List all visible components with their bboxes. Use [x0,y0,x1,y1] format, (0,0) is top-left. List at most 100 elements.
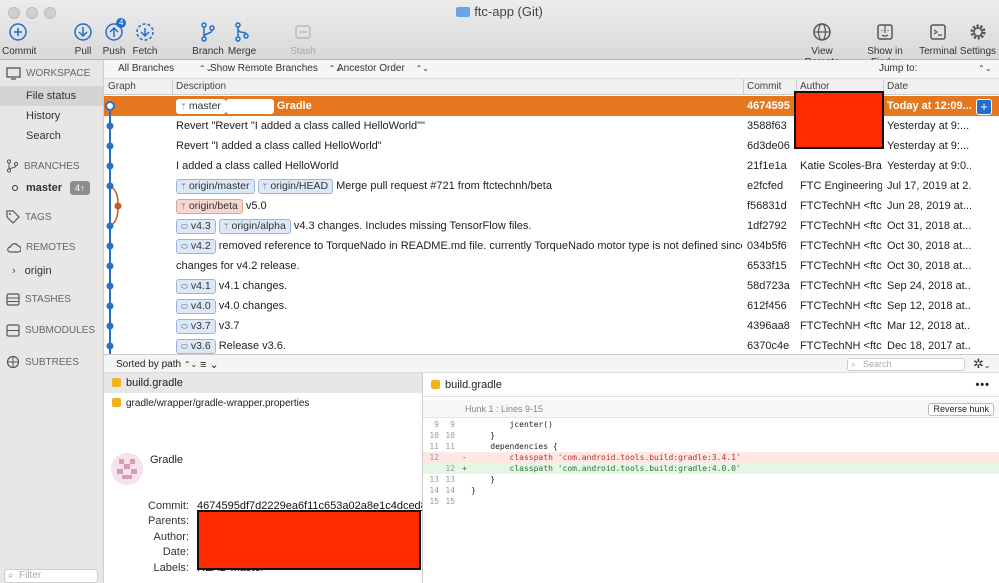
commit-date: Dec 18, 2017 at... [887,340,971,352]
file-item-selected[interactable]: build.gradle [104,373,422,393]
commit-message: Merge pull request #721 from ftctechnh/b… [336,180,552,192]
folder-icon [456,7,471,17]
commit-author: Katie Scoles-Bra... [800,160,882,172]
gear-icon[interactable]: ✲⌄ [973,356,991,372]
sidebar-item-file-status[interactable]: File status [0,86,103,106]
graph-commit-node [114,202,122,210]
tag-icon: ⬭ [181,221,188,231]
branch-icon: ᛘ [181,101,186,111]
sidebar-filter-input[interactable]: ⌕ Filter [4,569,98,583]
commit-author: FTCTechNH <ftc... [800,220,882,232]
graph-commit-node [106,242,114,250]
commit-date: Sep 24, 2018 at... [887,280,971,292]
old-line-number: 10 [429,431,439,440]
commit-row[interactable]: ⬭ v4.3 ᛘ origin/alpha v4.3 changes. Includes… [104,216,999,236]
branch-icon: ᛘ [181,181,186,191]
column-graph[interactable]: Graph [108,81,136,92]
submodule-icon [6,324,20,337]
sidebar-item-search[interactable]: Search [0,126,103,146]
tag-icon: ⬭ [181,301,188,311]
modified-file-icon [112,378,121,387]
diff-panel: build.gradle ••• Hunk 1 : Lines 9-15 Rev… [422,373,999,583]
commit-description: ⬭ v4.0 v4.0 changes. [176,296,742,316]
gear-icon [970,24,986,40]
commit-row[interactable]: ⬭ v4.2 removed reference to TorqueNado in … [104,236,999,256]
commit-author: FTCTechNH <ftc... [800,260,882,272]
branch-label: ᛘ origin/alpha [218,218,291,234]
branch-label: ᛘ master [176,98,226,114]
file-item[interactable]: gradle/wrapper/gradle-wrapper.properties [104,395,422,413]
tag-label: ⬭ v4.2 [176,238,216,254]
sidebar-item-history[interactable]: History [0,106,103,126]
tag-icon: ⬭ [181,321,188,331]
settings-button[interactable]: Settings [959,20,997,57]
commit-row[interactable]: ⬭ v3.6 Release v3.6. 6370c4e FTCTechNH <ftc.… [104,336,999,354]
branch-icon [6,159,19,173]
current-branch-dot-icon [12,185,18,191]
push-button[interactable]: Push 4 [101,18,127,57]
commit-description: Revert "Revert "I added a class called H… [176,116,742,136]
sidebar-item-master[interactable]: master 4↑ [0,178,103,198]
pull-button[interactable]: Pull [70,20,96,57]
stash-icon [295,25,311,39]
commit-row[interactable]: changes for v4.2 release. 6533f15 FTCTechN… [104,256,999,276]
sidebar-section-subtrees[interactable]: SUBTREES [6,355,79,369]
sidebar-section-stashes[interactable]: STASHES [6,293,71,306]
column-description[interactable]: Description [176,81,226,92]
branch-scope-dropdown[interactable]: All Branches ⌃⌄ [118,63,212,74]
plus-circle-icon [9,23,27,41]
commit-description: ᛘ master 4 ahead Gradle [176,96,742,116]
terminal-button[interactable]: Terminal [919,20,957,57]
commit-author: FTCTechNH <ftc... [800,280,882,292]
reverse-hunk-button[interactable]: Reverse hunk [928,403,994,416]
tag-icon: ⬭ [181,341,188,351]
commit-row[interactable]: ⬭ v3.7 v3.7 4396aa8 FTCTechNH <ftc... Mar 12,… [104,316,999,336]
branch-button[interactable]: Branch [192,20,224,57]
branch-label: ᛘ origin/beta [176,198,243,214]
remote-branches-dropdown[interactable]: Show Remote Branches ⌃⌄ [210,63,342,74]
merge-button[interactable]: Merge [227,20,257,57]
sidebar-section-workspace[interactable]: WORKSPACE [6,67,90,80]
sidebar-section-submodules[interactable]: SUBMODULES [6,324,95,337]
commit-button[interactable]: Commit [2,20,36,57]
commit-message: Release v3.6. [218,340,286,352]
column-date[interactable]: Date [887,81,908,92]
commit-date: Today at 12:09... [887,100,971,112]
commit-message: Gradle [276,100,312,112]
commit-author: FTCTechNH <ftc... [800,320,882,332]
tag-label: ⬭ v4.3 [176,218,216,234]
jump-to-dropdown[interactable]: Jump to: ⌃⌄ [879,63,992,74]
tag-label: ⬭ v4.1 [176,278,216,294]
sidebar-section-branches[interactable]: BRANCHES [6,159,80,173]
commit-row[interactable]: ⬭ v4.1 v4.1 changes. 58d723a FTCTechNH <ftc.… [104,276,999,296]
order-dropdown[interactable]: Ancestor Order ⌃⌄ [337,63,429,74]
chevron-updown-icon: ⌃⌄ [978,64,992,73]
list-view-icon[interactable]: ≡ ⌄ [200,358,219,371]
commit-row[interactable]: ⬭ v4.0 v4.0 changes. 612f456 FTCTechNH <ftc.… [104,296,999,316]
commit-hash: 6533f15 [747,260,787,272]
diff-line: 15 15 [423,496,999,507]
add-row-button[interactable]: + [976,99,992,115]
commit-author: FTCTechNH <ftc... [800,340,882,352]
diff-code: jcenter() [471,420,553,429]
ahead-badge: 4 ahead [225,98,274,114]
file-search-input[interactable]: ⌕ Search [847,358,965,371]
stash-button[interactable]: Stash [289,20,317,57]
sidebar-section-remotes[interactable]: REMOTES [6,242,75,253]
commit-row[interactable]: I added a class called HelloWorld 21f1e1a… [104,156,999,176]
graph-commit-node [106,162,114,170]
stash-icon [6,293,20,306]
diff-code: } [471,486,476,495]
sort-dropdown[interactable]: Sorted by path ⌃⌄ [116,359,197,370]
fetch-icon [136,23,154,41]
column-commit[interactable]: Commit [747,81,781,92]
sidebar-section-tags[interactable]: TAGS [6,210,51,224]
fetch-button[interactable]: Fetch [131,20,159,57]
commit-message: Revert "I added a class called HelloWorl… [176,140,382,152]
commit-row[interactable]: ᛘ origin/master ᛘ origin/HEAD Merge pull req… [104,176,999,196]
commit-row[interactable]: ᛘ origin/beta v5.0 f56831d FTCTechNH <ftc...… [104,196,999,216]
commit-message: v4.3 changes. Includes missing TensorFlo… [293,220,532,232]
more-options-icon[interactable]: ••• [975,373,990,397]
commit-date: Yesterday at 9:... [887,140,970,152]
sidebar-item-origin[interactable]: › origin [0,261,103,281]
